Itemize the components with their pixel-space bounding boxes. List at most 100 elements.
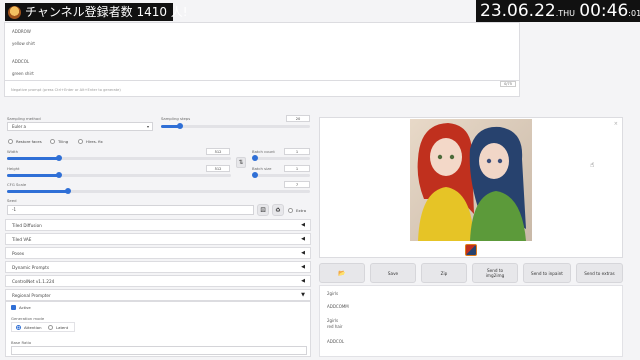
active-checkbox[interactable]: Active [11,305,31,310]
sampling-steps-label: Sampling steps [161,116,191,121]
width-slider[interactable] [7,155,231,161]
prompt-line: yellow shirt [12,41,35,46]
mode-latent-radio[interactable]: Latent [48,325,68,330]
accordion-dynamic-prompts[interactable]: Dynamic Prompts ◀ [5,261,311,273]
accordion-label: Dynamic Prompts [12,265,50,270]
open-folder-button[interactable]: 📂 [319,263,365,283]
slider-handle[interactable] [64,188,71,194]
subscriber-count-text: チャンネル登録者数 1410 人! [25,5,188,19]
accordion-tiled-diffusion[interactable]: Tiled Diffusion ◀ [5,219,311,231]
info-line: 2girls [327,318,339,323]
sampling-method-select[interactable]: Euler a ▾ [7,122,153,131]
send-to-extras-button[interactable]: Send to extras [576,263,623,283]
accordion-posex[interactable]: Posex ◀ [5,247,311,259]
token-counter: 0/75 [500,81,516,87]
seed-input[interactable]: -1 [7,205,254,215]
chevron-down-icon: ▾ [146,124,149,129]
avatar [8,6,21,19]
width-input[interactable]: 512 [206,148,230,155]
regional-prompter-panel: Active Generation mode Attention Latent … [5,301,311,357]
slider-fill [7,174,59,177]
accordion-label: Tiled Diffusion [12,223,42,228]
slider-handle[interactable] [177,123,184,129]
info-line: ADDCOL [327,339,345,344]
sampling-method-label: Sampling method [7,116,41,121]
sampling-steps-slider[interactable] [161,123,310,129]
sampling-steps-input[interactable]: 20 [286,115,310,122]
checkbox-indicator [78,139,83,144]
zip-button[interactable]: Zip [421,263,467,283]
info-line: 2girls [327,291,339,296]
mode-attention-label: Attention [24,325,42,330]
base-ratio-label: Base Ratio [11,340,32,345]
tiling-checkbox[interactable]: Tiling [50,139,68,144]
clock-date: 23.06.22 [480,1,556,21]
height-slider[interactable] [7,172,231,178]
cfg-scale-input[interactable]: 7 [284,181,310,188]
clock-day: .THU [555,9,576,18]
batch-count-label: Batch count [252,149,275,154]
checkbox-indicator [288,208,293,213]
output-gallery: × ☝ [319,117,623,258]
slider-handle[interactable] [55,172,62,178]
width-label: Width [7,149,19,154]
extra-checkbox[interactable]: Extra [288,208,306,213]
save-button[interactable]: Save [370,263,416,283]
checkbox-indicator [50,139,55,144]
clock-overlay: 23.06.22.THU 00:46:01 [476,0,640,22]
sampling-method-value: Euler a [12,124,27,129]
accordion-controlnet[interactable]: ControlNet v1.1.224 ◀ [5,275,311,287]
triangle-left-icon: ◀ [301,278,305,284]
checkbox-indicator [11,305,16,310]
restore-faces-checkbox[interactable]: Restore faces [8,139,42,144]
accordion-tiled-vae[interactable]: Tiled VAE ◀ [5,233,311,245]
cfg-scale-slider[interactable] [7,188,310,194]
generation-mode-group: Attention Latent [11,322,75,332]
triangle-left-icon: ◀ [301,222,305,228]
batch-size-slider[interactable] [252,172,310,178]
checkbox-indicator [8,139,13,144]
prompt-line: ADDROW [12,29,31,34]
triangle-left-icon: ◀ [301,264,305,270]
tiling-label: Tiling [58,139,69,144]
send-to-inpaint-button[interactable]: Send to inpaint [523,263,571,283]
base-ratio-input[interactable] [11,346,307,355]
radio-indicator [48,325,53,330]
generated-image[interactable] [410,119,532,241]
clock-seconds: :01 [628,9,640,18]
triangle-left-icon: ◀ [301,236,305,242]
seed-label: Seed [7,198,17,203]
recycle-icon[interactable]: ♻ [272,204,284,216]
batch-count-slider[interactable] [252,155,310,161]
generation-mode-label: Generation mode [11,316,45,321]
active-label: Active [19,305,31,310]
slider-handle[interactable] [252,155,258,161]
negative-prompt-placeholder: Negative prompt (press Ctrl+Enter or Alt… [11,88,121,92]
seed-value: -1 [12,207,16,212]
accordion-label: Posex [12,251,25,256]
mode-latent-label: Latent [56,325,69,330]
close-icon[interactable]: × [614,121,618,127]
mode-attention-radio[interactable]: Attention [16,325,42,330]
restore-faces-label: Restore faces [16,139,42,144]
height-input[interactable]: 512 [206,165,230,172]
slider-handle[interactable] [252,172,258,178]
radio-indicator [16,325,21,330]
dice-icon[interactable]: ⚄ [257,204,269,216]
hires-fix-checkbox[interactable]: Hires. fix [78,139,103,144]
prompt-textarea[interactable]: ADDROW yellow shirt ADDCOL green shirt [4,22,520,88]
image-thumbnail[interactable] [465,244,477,256]
batch-size-input[interactable]: 1 [284,165,310,172]
generation-info: 2girls ADDCOMM 2girls red hair ADDCOL [319,285,623,357]
accordion-regional-prompter[interactable]: Regional Prompter ▼ [5,289,311,301]
swap-icon[interactable]: ⇅ [236,157,246,168]
cfg-scale-label: CFG Scale [7,182,27,187]
triangle-left-icon: ◀ [301,250,305,256]
send-to-img2img-button[interactable]: Send to img2img [472,263,518,283]
batch-count-input[interactable]: 1 [284,148,310,155]
accordion-label: Tiled VAE [12,237,32,242]
accordion-label: Regional Prompter [12,293,51,298]
negative-prompt-textarea[interactable]: Negative prompt (press Ctrl+Enter or Alt… [4,80,520,97]
slider-handle[interactable] [55,155,62,161]
hires-fix-label: Hires. fix [86,139,103,144]
